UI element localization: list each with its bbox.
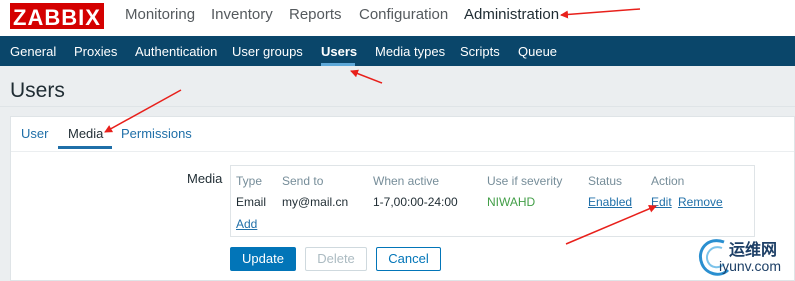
- col-header-send-to: Send to: [282, 174, 324, 188]
- menu-reports[interactable]: Reports: [289, 6, 342, 23]
- submenu-users[interactable]: Users: [321, 44, 357, 59]
- status-enabled-link[interactable]: Enabled: [588, 195, 632, 209]
- submenu-queue[interactable]: Queue: [518, 44, 557, 59]
- update-button[interactable]: Update: [230, 247, 296, 271]
- watermark-cn-text: 运维网: [729, 242, 778, 259]
- col-header-type: Type: [236, 174, 263, 188]
- menu-administration[interactable]: Administration: [464, 6, 559, 23]
- top-bar: ZABBIX Monitoring Inventory Reports Conf…: [0, 0, 795, 36]
- menu-inventory[interactable]: Inventory: [211, 6, 273, 23]
- when-active-cell: 1-7,00:00-24:00: [373, 195, 458, 209]
- cancel-button[interactable]: Cancel: [376, 247, 441, 271]
- sub-menu: General Proxies Authentication User grou…: [0, 36, 795, 66]
- media-field-label: Media: [187, 171, 223, 186]
- menu-monitoring[interactable]: Monitoring: [125, 6, 195, 23]
- page-header: Users: [0, 66, 795, 107]
- media-type-cell: Email: [236, 195, 267, 209]
- submenu-proxies[interactable]: Proxies: [74, 44, 117, 59]
- form-tabs: User Media Permissions: [11, 117, 794, 152]
- add-media-link[interactable]: Add: [236, 217, 257, 231]
- send-to-cell: my@mail.cn: [282, 195, 349, 209]
- zabbix-logo[interactable]: ZABBIX: [10, 3, 104, 30]
- media-table: Type Send to When active Use if severity…: [230, 165, 755, 237]
- tab-media[interactable]: Media: [68, 126, 103, 141]
- submenu-general[interactable]: General: [10, 44, 56, 59]
- col-header-action: Action: [651, 174, 685, 188]
- edit-media-link[interactable]: Edit: [651, 195, 672, 209]
- menu-configuration[interactable]: Configuration: [359, 6, 448, 23]
- submenu-authentication[interactable]: Authentication: [135, 44, 217, 59]
- tab-permissions[interactable]: Permissions: [121, 126, 192, 141]
- col-header-status: Status: [588, 174, 623, 188]
- user-form-panel: User Media Permissions Media Type Send t…: [10, 116, 795, 281]
- tab-user[interactable]: User: [21, 126, 48, 141]
- watermark-en-text: iyunv.com: [719, 258, 781, 274]
- submenu-scripts[interactable]: Scripts: [460, 44, 500, 59]
- site-watermark: 运维网 iyunv.com: [692, 232, 795, 281]
- delete-button[interactable]: Delete: [305, 247, 367, 271]
- active-tab-indicator: [58, 146, 112, 149]
- remove-media-link[interactable]: Remove: [678, 195, 723, 209]
- submenu-user-groups[interactable]: User groups: [232, 44, 303, 59]
- col-header-when-active: When active: [373, 174, 440, 188]
- page-title: Users: [10, 79, 65, 102]
- submenu-media-types[interactable]: Media types: [375, 44, 445, 59]
- severity-cell: NIWAHD: [487, 195, 536, 209]
- col-header-severity: Use if severity: [487, 174, 563, 188]
